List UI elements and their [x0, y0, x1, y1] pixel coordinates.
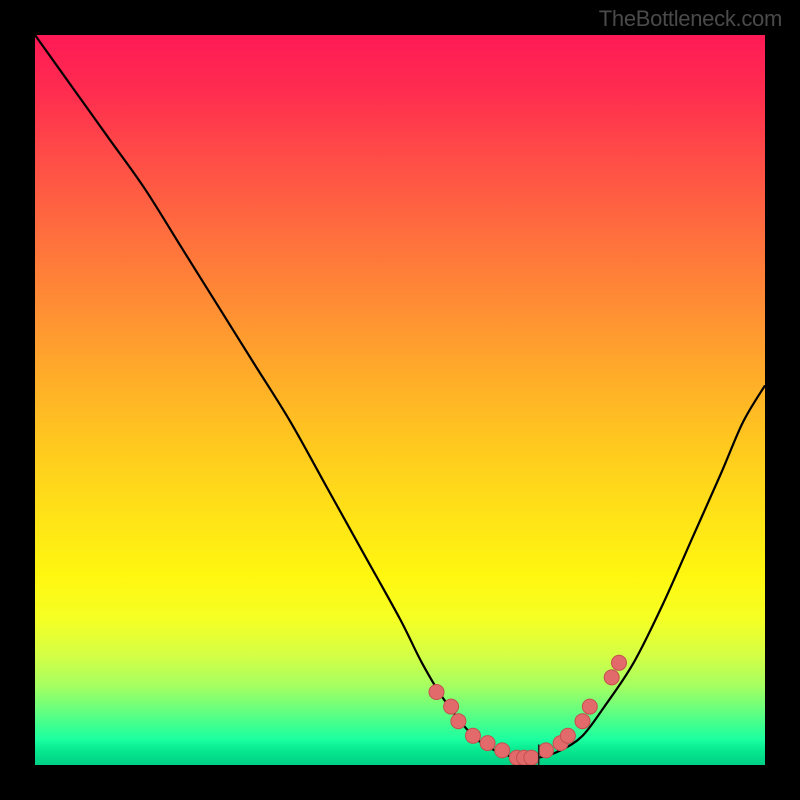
chart-svg	[35, 35, 765, 765]
data-marker	[429, 685, 444, 700]
plot-area	[35, 35, 765, 765]
bottleneck-curve	[35, 35, 765, 759]
data-marker	[575, 714, 590, 729]
data-marker	[444, 699, 459, 714]
data-marker	[612, 655, 627, 670]
data-marker	[524, 750, 539, 765]
data-marker	[560, 728, 575, 743]
data-marker	[539, 743, 554, 758]
attribution-text: TheBottleneck.com	[599, 6, 782, 32]
data-marker	[466, 728, 481, 743]
data-marker	[604, 670, 619, 685]
data-marker	[451, 714, 466, 729]
data-marker	[495, 743, 510, 758]
marker-group	[429, 655, 627, 765]
data-marker	[480, 736, 495, 751]
data-marker	[582, 699, 597, 714]
